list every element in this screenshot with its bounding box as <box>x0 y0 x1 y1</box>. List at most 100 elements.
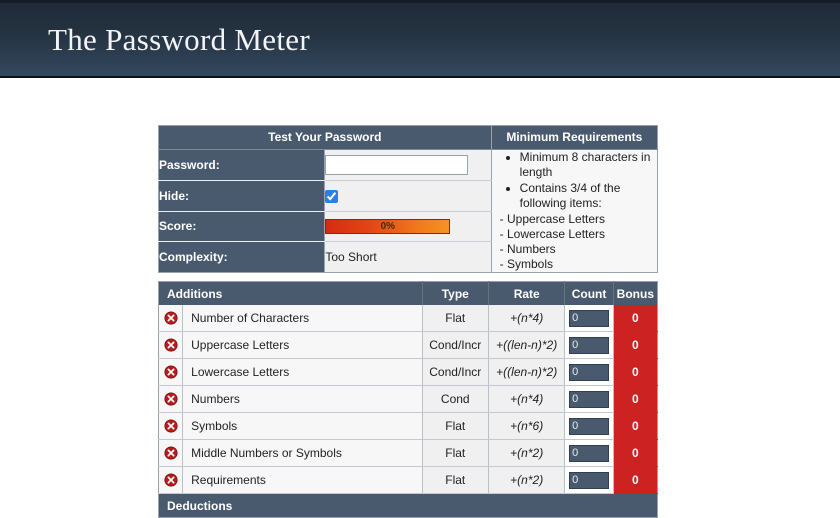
requirements-sublist: - Uppercase Letters - Lowercase Letters … <box>492 212 657 272</box>
requirements-content: Minimum 8 characters in length Contains … <box>491 149 658 273</box>
password-input[interactable] <box>325 154 469 175</box>
password-row: Password: Minimum 8 characters in length… <box>158 149 658 273</box>
count-input[interactable] <box>569 309 610 327</box>
site-header: The Password Meter <box>0 0 840 78</box>
score-percent-text: 0% <box>380 220 396 232</box>
deductions-heading: Deductions <box>158 493 658 518</box>
row-bonus: 0 <box>613 439 658 467</box>
table-row: Number of Characters Flat +(n*4) 0 <box>158 305 658 332</box>
error-x-icon <box>164 446 178 460</box>
count-input[interactable] <box>569 471 610 489</box>
row-name: Number of Characters <box>182 305 423 332</box>
count-input[interactable] <box>569 390 610 408</box>
row-status-cell <box>158 439 184 467</box>
row-rate: +(n*2) <box>488 439 566 467</box>
table-row: Symbols Flat +(n*6) 0 <box>158 412 658 440</box>
additions-header-bonus: Bonus <box>613 281 658 305</box>
row-count-cell <box>564 331 614 359</box>
row-rate: +((len-n)*2) <box>488 331 566 359</box>
row-count-cell <box>564 305 614 332</box>
password-field-cell <box>324 149 492 181</box>
row-status-cell <box>158 385 184 413</box>
hide-field-cell <box>324 180 492 212</box>
row-type: Flat <box>422 466 489 494</box>
hide-label: Hide: <box>158 180 326 212</box>
row-bonus: 0 <box>613 466 658 494</box>
requirement-subitem: - Numbers <box>499 242 556 256</box>
row-type: Flat <box>422 305 489 332</box>
row-type: Cond/Incr <box>422 358 489 386</box>
content-wrapper: Test Your Password Minimum Requirements … <box>158 125 658 518</box>
row-count-cell <box>564 385 614 413</box>
row-rate: +(n*2) <box>488 466 566 494</box>
count-input[interactable] <box>569 363 610 381</box>
row-bonus: 0 <box>613 358 658 386</box>
requirements-list: Minimum 8 characters in length Contains … <box>492 150 657 211</box>
row-type: Cond/Incr <box>422 331 489 359</box>
error-x-icon <box>164 365 178 379</box>
row-status-cell <box>158 331 184 359</box>
row-status-cell <box>158 466 184 494</box>
panels-header-row: Test Your Password Minimum Requirements <box>158 125 658 150</box>
table-row: Middle Numbers or Symbols Flat +(n*2) 0 <box>158 439 658 467</box>
row-count-cell <box>564 358 614 386</box>
additions-header-rate: Rate <box>488 281 566 305</box>
hide-checkbox[interactable] <box>325 189 339 203</box>
password-label: Password: <box>158 149 326 181</box>
page-title: The Password Meter <box>48 22 310 57</box>
row-status-cell <box>158 305 184 332</box>
table-row: Lowercase Letters Cond/Incr +((len-n)*2)… <box>158 358 658 386</box>
row-bonus: 0 <box>613 305 658 332</box>
deductions-header-row: Deductions <box>158 493 658 518</box>
row-bonus: 0 <box>613 412 658 440</box>
minimum-requirements-heading: Minimum Requirements <box>491 125 658 150</box>
row-count-cell <box>564 412 614 440</box>
row-type: Flat <box>422 439 489 467</box>
row-name: Symbols <box>182 412 423 440</box>
row-name: Numbers <box>182 385 423 413</box>
requirement-item: Contains 3/4 of the following items: <box>520 181 657 211</box>
row-bonus: 0 <box>613 385 658 413</box>
score-progress-bar: 0% <box>325 218 451 234</box>
row-type: Cond <box>422 385 489 413</box>
top-panels: Test Your Password Minimum Requirements … <box>158 125 658 273</box>
additions-header-name: Additions <box>158 281 423 305</box>
error-x-icon <box>164 473 178 487</box>
row-name: Requirements <box>182 466 423 494</box>
error-x-icon <box>164 311 178 325</box>
row-status-cell <box>158 358 184 386</box>
score-label: Score: <box>158 211 326 243</box>
table-row: Uppercase Letters Cond/Incr +((len-n)*2)… <box>158 331 658 359</box>
row-rate: +(n*4) <box>488 305 566 332</box>
count-input[interactable] <box>569 444 610 462</box>
additions-table: Additions Type Rate Count Bonus Number o… <box>158 281 658 518</box>
row-name: Middle Numbers or Symbols <box>182 439 423 467</box>
requirement-item: Minimum 8 characters in length <box>520 150 657 180</box>
requirement-subitem: - Symbols <box>499 257 553 271</box>
additions-header-row: Additions Type Rate Count Bonus <box>158 281 658 305</box>
additions-header-type: Type <box>422 281 489 305</box>
table-row: Requirements Flat +(n*2) 0 <box>158 466 658 494</box>
requirement-subitem: - Lowercase Letters <box>499 227 606 241</box>
row-count-cell <box>564 439 614 467</box>
count-input[interactable] <box>569 336 610 354</box>
error-x-icon <box>164 392 178 406</box>
error-x-icon <box>164 419 178 433</box>
row-status-cell <box>158 412 184 440</box>
table-row: Numbers Cond +(n*4) 0 <box>158 385 658 413</box>
count-input[interactable] <box>569 417 610 435</box>
page-body: Test Your Password Minimum Requirements … <box>0 78 840 518</box>
test-password-heading: Test Your Password <box>158 125 492 150</box>
complexity-label: Complexity: <box>158 241 326 273</box>
row-type: Flat <box>422 412 489 440</box>
row-rate: +((len-n)*2) <box>488 358 566 386</box>
row-rate: +(n*6) <box>488 412 566 440</box>
row-count-cell <box>564 466 614 494</box>
complexity-value: Too Short <box>325 250 377 265</box>
score-field-cell: 0% <box>324 211 492 243</box>
requirement-subitem: - Uppercase Letters <box>499 212 606 226</box>
row-bonus: 0 <box>613 331 658 359</box>
row-rate: +(n*4) <box>488 385 566 413</box>
error-x-icon <box>164 338 178 352</box>
row-name: Uppercase Letters <box>182 331 423 359</box>
